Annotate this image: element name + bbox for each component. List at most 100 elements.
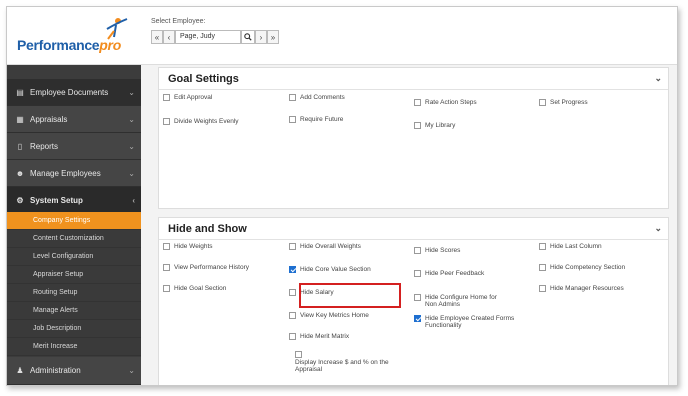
option-hide-employee-created-forms[interactable]: Hide Employee Created Forms Functionalit… xyxy=(414,315,524,329)
option-divide-weights-evenly[interactable]: Divide Weights Evenly xyxy=(163,118,239,125)
sidebar-item-appraisals[interactable]: ▦ Appraisals ⌄ xyxy=(7,106,141,133)
sidebar-subitem-job-description[interactable]: Job Description xyxy=(7,320,141,338)
option-edit-approval[interactable]: Edit Approval xyxy=(163,94,212,101)
checkbox[interactable] xyxy=(163,243,170,250)
checkbox[interactable] xyxy=(414,99,421,106)
sidebar: Performancepro ▤ Employee Documents ⌄ ▦ … xyxy=(7,7,141,385)
sidebar-item-label: Employee Documents xyxy=(30,87,109,97)
option-display-increase[interactable]: Display Increase $ and % on the Appraisa… xyxy=(295,359,400,373)
chevron-down-icon: ⌄ xyxy=(128,141,135,151)
people-icon: ☻ xyxy=(15,168,25,178)
option-view-key-metrics-home[interactable]: View Key Metrics Home xyxy=(289,312,369,319)
next-employee-button[interactable]: › xyxy=(255,30,267,44)
search-button[interactable] xyxy=(241,30,255,44)
option-set-progress[interactable]: Set Progress xyxy=(539,99,588,106)
logo-brand-suffix: pro xyxy=(99,37,121,53)
sidebar-subitem-manage-alerts[interactable]: Manage Alerts xyxy=(7,302,141,320)
option-hide-manager-resources[interactable]: Hide Manager Resources xyxy=(539,285,624,292)
first-employee-button[interactable]: « xyxy=(151,30,163,44)
hide-and-show-header[interactable]: Hide and Show ⌄ xyxy=(159,218,668,240)
sidebar-subitem-level-configuration[interactable]: Level Configuration xyxy=(7,248,141,266)
chevron-down-icon[interactable]: ⌄ xyxy=(654,223,662,234)
checkbox[interactable] xyxy=(539,243,546,250)
report-icon: ▯ xyxy=(17,141,23,151)
checkbox[interactable] xyxy=(163,285,170,292)
sidebar-subitem-label: Routing Setup xyxy=(33,289,78,296)
checkbox-checked[interactable] xyxy=(414,315,421,322)
option-label: Hide Scores xyxy=(425,247,461,254)
goal-settings-header[interactable]: Goal Settings ⌄ xyxy=(159,68,668,90)
option-view-performance-history[interactable]: View Performance History xyxy=(163,264,249,271)
option-hide-scores[interactable]: Hide Scores xyxy=(414,247,460,254)
option-label: Hide Competency Section xyxy=(550,264,626,271)
option-hide-merit-matrix[interactable]: Hide Merit Matrix xyxy=(289,333,349,340)
option-label: My Library xyxy=(425,122,456,129)
option-hide-overall-weights[interactable]: Hide Overall Weights xyxy=(289,243,361,250)
chevron-down-icon[interactable]: ⌄ xyxy=(654,73,662,84)
checkbox[interactable] xyxy=(414,247,421,254)
checkbox[interactable] xyxy=(539,285,546,292)
sidebar-subitem-label: Job Description xyxy=(33,325,82,332)
option-label: Hide Peer Feedback xyxy=(425,270,485,277)
option-label: Hide Weights xyxy=(174,243,213,250)
logo-brand: Performance xyxy=(17,37,100,53)
logo[interactable]: Performancepro xyxy=(7,7,141,65)
checkbox[interactable] xyxy=(163,118,170,125)
sidebar-subitem-label: Content Customization xyxy=(33,235,104,242)
option-label: Hide Configure Home for Non Admins xyxy=(425,294,497,308)
option-label: Set Progress xyxy=(550,99,588,106)
sidebar-subitem-routing-setup[interactable]: Routing Setup xyxy=(7,284,141,302)
goal-settings-panel: Goal Settings ⌄ Edit Approval Add Commen… xyxy=(158,67,669,209)
option-hide-last-column[interactable]: Hide Last Column xyxy=(539,243,602,250)
sidebar-subitem-content-customization[interactable]: Content Customization xyxy=(7,230,141,248)
checkbox[interactable] xyxy=(289,333,296,340)
previous-employee-button[interactable]: ‹ xyxy=(163,30,175,44)
option-label: View Performance History xyxy=(174,264,250,271)
employee-selector: « ‹ Page, Judy › » xyxy=(151,30,279,44)
checkbox[interactable] xyxy=(289,312,296,319)
sidebar-subitem-appraiser-setup[interactable]: Appraiser Setup xyxy=(7,266,141,284)
sidebar-item-label: Reports xyxy=(30,141,59,151)
option-rate-action-steps[interactable]: Rate Action Steps xyxy=(414,99,477,106)
checkbox[interactable] xyxy=(289,289,296,296)
sidebar-subitem-merit-increase[interactable]: Merit Increase xyxy=(7,338,141,356)
hide-salary-highlight xyxy=(299,283,401,308)
chevron-down-icon: ⌄ xyxy=(128,87,135,97)
option-hide-weights[interactable]: Hide Weights xyxy=(163,243,213,250)
option-label: Hide Employee Created Forms Functionalit… xyxy=(425,315,515,329)
checkbox[interactable] xyxy=(163,264,170,271)
option-hide-goal-section[interactable]: Hide Goal Section xyxy=(163,285,226,292)
sidebar-item-employee-documents[interactable]: ▤ Employee Documents ⌄ xyxy=(7,79,141,106)
checkbox[interactable] xyxy=(289,94,296,101)
checkbox[interactable] xyxy=(539,99,546,106)
checkbox[interactable] xyxy=(414,270,421,277)
checkbox[interactable] xyxy=(539,264,546,271)
sidebar-item-administration[interactable]: ♟ Administration ⌄ xyxy=(7,357,141,385)
appraisal-icon: ▦ xyxy=(16,114,24,124)
option-hide-peer-feedback[interactable]: Hide Peer Feedback xyxy=(414,270,484,277)
option-display-increase-checkbox-wrap[interactable] xyxy=(295,351,306,358)
option-hide-configure-home[interactable]: Hide Configure Home for Non Admins xyxy=(414,294,504,308)
option-label: Divide Weights Evenly xyxy=(174,118,239,125)
sidebar-subitem-company-settings[interactable]: Company Settings xyxy=(7,212,141,230)
checkbox[interactable] xyxy=(295,351,302,358)
sidebar-item-system-setup[interactable]: ⚙ System Setup ‹ xyxy=(7,187,141,214)
option-my-library[interactable]: My Library xyxy=(414,122,455,129)
checkbox-checked[interactable] xyxy=(289,266,296,273)
option-require-future[interactable]: Require Future xyxy=(289,116,343,123)
option-add-comments[interactable]: Add Comments xyxy=(289,94,345,101)
option-hide-core-value-section[interactable]: Hide Core Value Section xyxy=(289,266,371,273)
last-employee-button[interactable]: » xyxy=(267,30,279,44)
employee-select-label: Select Employee: xyxy=(151,18,206,25)
checkbox[interactable] xyxy=(289,243,296,250)
checkbox[interactable] xyxy=(414,122,421,129)
employee-input[interactable]: Page, Judy xyxy=(175,30,241,44)
option-label: Display Increase $ and % on the Appraisa… xyxy=(295,359,389,373)
checkbox[interactable] xyxy=(289,116,296,123)
sidebar-item-reports[interactable]: ▯ Reports ⌄ xyxy=(7,133,141,160)
option-hide-competency-section[interactable]: Hide Competency Section xyxy=(539,264,625,271)
option-label: Hide Last Column xyxy=(550,243,602,250)
checkbox[interactable] xyxy=(414,294,421,301)
sidebar-item-manage-employees[interactable]: ☻ Manage Employees ⌄ xyxy=(7,160,141,187)
checkbox[interactable] xyxy=(163,94,170,101)
